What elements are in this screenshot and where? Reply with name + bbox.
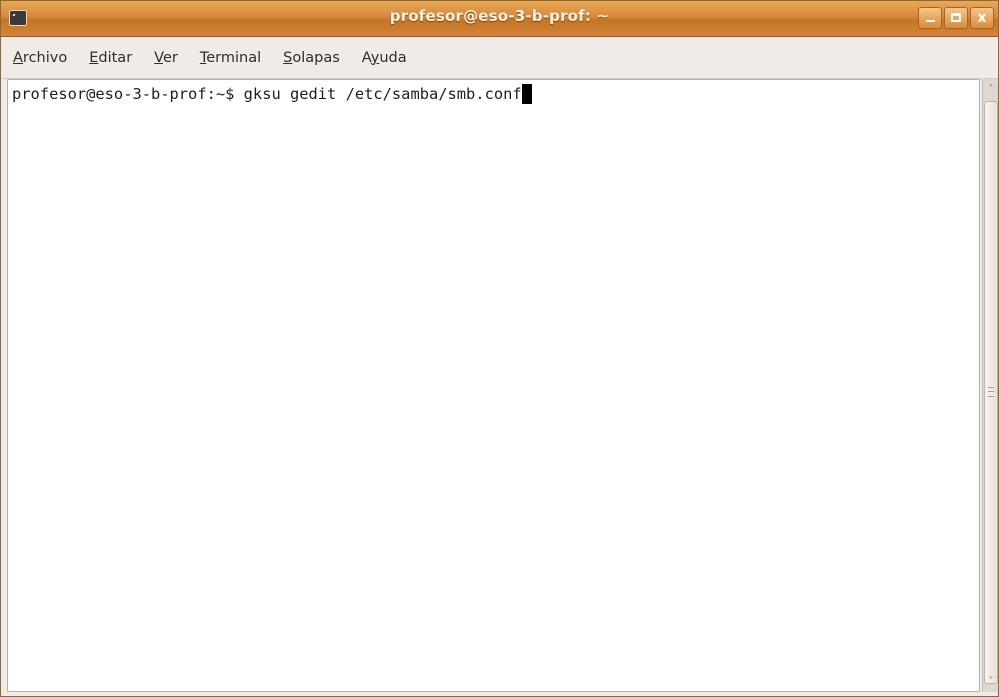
- terminal-screen[interactable]: profesor@eso-3-b-prof:~$ gksu gedit /etc…: [7, 79, 980, 692]
- grip-icon: [988, 387, 994, 397]
- window-title: profesor@eso-3-b-prof: ~: [389, 7, 610, 25]
- terminal-line: profesor@eso-3-b-prof:~$ gksu gedit /etc…: [12, 84, 532, 104]
- minimize-button[interactable]: [918, 7, 942, 29]
- shell-prompt: profesor@eso-3-b-prof:~$: [12, 85, 244, 103]
- text-cursor: [521, 84, 532, 104]
- menu-mnemonic: S: [283, 49, 293, 66]
- menu-solapas[interactable]: Solapas: [283, 46, 340, 70]
- scroll-thumb[interactable]: [984, 101, 998, 684]
- menu-label: er: [162, 49, 178, 66]
- close-button[interactable]: x: [970, 7, 994, 29]
- menu-mnemonic: V: [154, 49, 163, 66]
- menu-bar: Archivo Editar Ver Terminal Solapas Ayud…: [1, 37, 998, 79]
- menu-mnemonic: A: [13, 49, 23, 66]
- menu-label: rchivo: [22, 49, 68, 66]
- menu-ayuda[interactable]: Ayuda: [362, 46, 407, 70]
- close-icon: x: [977, 10, 987, 26]
- menu-label: A: [361, 49, 371, 66]
- menu-label: olapas: [292, 49, 340, 66]
- minimize-icon: [926, 20, 935, 22]
- vertical-scrollbar[interactable]: ˄ ˅: [982, 79, 998, 692]
- scroll-down-icon[interactable]: ˅: [983, 673, 998, 690]
- terminal-window: profesor@eso-3-b-prof: ~ x Archivo Edita…: [0, 0, 999, 697]
- menu-label: ditar: [98, 49, 133, 66]
- menu-editar[interactable]: Editar: [89, 46, 132, 70]
- scroll-up-icon[interactable]: ˄: [983, 81, 998, 98]
- window-controls: x: [918, 7, 994, 29]
- menu-ver[interactable]: Ver: [154, 46, 178, 70]
- shell-command: gksu gedit /etc/samba/smb.conf: [243, 85, 522, 103]
- menu-terminal[interactable]: Terminal: [200, 46, 261, 70]
- menu-archivo[interactable]: Archivo: [13, 46, 67, 70]
- menu-label: uda: [379, 49, 407, 66]
- menu-mnemonic: E: [89, 49, 99, 66]
- menu-label: erminal: [206, 49, 262, 66]
- title-bar[interactable]: profesor@eso-3-b-prof: ~ x: [1, 1, 998, 37]
- maximize-button[interactable]: [944, 7, 968, 29]
- maximize-icon: [951, 13, 961, 22]
